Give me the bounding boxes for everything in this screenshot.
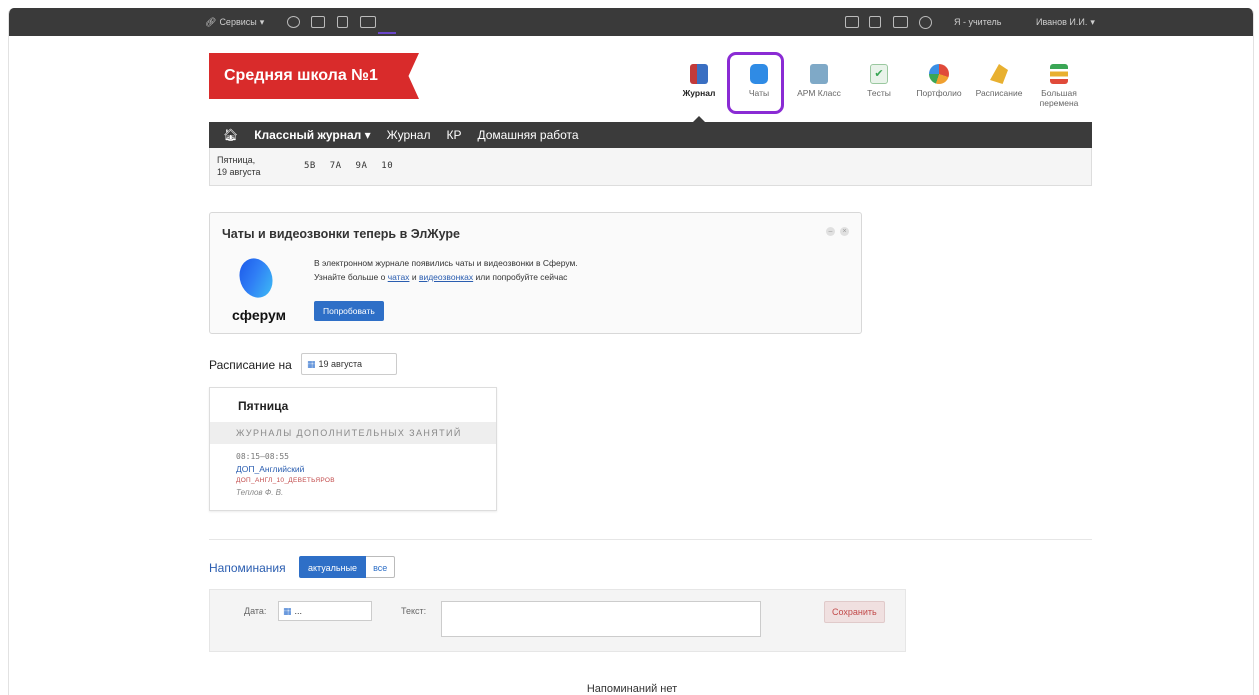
app-label: АРМ Класс xyxy=(797,88,841,98)
schedule-label: Расписание на xyxy=(209,358,292,372)
services-label: Сервисы xyxy=(219,17,257,27)
calendar-icon: ▦ xyxy=(283,606,292,616)
whiteboard-icon[interactable] xyxy=(360,8,376,36)
date-placeholder: ... xyxy=(294,606,303,616)
sferum-logo-icon xyxy=(234,253,278,303)
app-label: Журнал xyxy=(682,88,716,98)
user-menu[interactable]: Иванов И.И. ▾ xyxy=(1036,8,1095,36)
role-label: Я - учитель xyxy=(954,17,1002,27)
portfolio-icon xyxy=(929,64,949,84)
date-line2: 19 августа xyxy=(217,167,261,177)
user-name: Иванов И.И. xyxy=(1036,17,1088,27)
big-break-icon xyxy=(1050,64,1068,84)
role-switch[interactable]: Я - учитель xyxy=(954,8,1001,36)
home-icon[interactable]: 🏠︎ xyxy=(223,128,238,142)
active-indicator xyxy=(378,32,396,34)
chevron-down-icon: ▾ xyxy=(259,17,265,27)
chat-highlight-outline xyxy=(727,52,784,114)
banner-line2: Узнайте больше о чатах и видеозвонках ил… xyxy=(314,270,578,284)
section-header: ЖУРНАЛЫ ДОПОЛНИТЕЛЬНЫХ ЗАНЯТИЙ xyxy=(210,422,496,444)
app-arm-class[interactable]: АРМ Класс xyxy=(789,58,849,108)
app-schedule[interactable]: Расписание xyxy=(969,58,1029,108)
class-link[interactable]: 5В xyxy=(304,161,316,171)
nav-homework[interactable]: Домашняя работа xyxy=(477,128,578,142)
tab-all[interactable]: все xyxy=(366,556,396,578)
tests-icon: ✔ xyxy=(870,64,888,84)
app-tests[interactable]: ✔ Тесты xyxy=(849,58,909,108)
main-nav: 🏠︎ Классный журнал ▾ Журнал КР Домашняя … xyxy=(209,122,1092,148)
nav-class-journal[interactable]: Классный журнал ▾ xyxy=(254,128,370,142)
journal-icon xyxy=(690,64,708,84)
banner-controls: – × xyxy=(826,227,849,236)
banner-text: В электронном журнале появились чаты и в… xyxy=(314,256,578,284)
app-label: Портфолио xyxy=(916,88,962,98)
app-label: Тесты xyxy=(867,88,891,98)
lesson-item: 08:15–08:55 ДОП_Английский ДОП_АНГЛ_10_Д… xyxy=(236,451,335,499)
class-link[interactable]: 10 xyxy=(381,161,393,171)
school-name[interactable]: Средняя школа №1 xyxy=(209,53,419,99)
people-icon[interactable] xyxy=(287,8,300,36)
sub-nav: Пятница, 19 августа 5В 7А 9А 10 xyxy=(209,148,1092,186)
document-icon[interactable] xyxy=(337,8,348,36)
app-label: Большая перемена xyxy=(1039,88,1079,108)
reminder-date-input[interactable]: ▦... xyxy=(278,601,372,621)
services-menu[interactable]: 🔗︎ Сервисы ▾ xyxy=(205,8,264,36)
chevron-down-icon: ▾ xyxy=(1090,17,1095,27)
chats-link[interactable]: чатах xyxy=(388,272,410,282)
day-schedule-card: Пятница ЖУРНАЛЫ ДОПОЛНИТЕЛЬНЫХ ЗАНЯТИЙ 0… xyxy=(209,387,497,511)
banner-title: Чаты и видеозвонки теперь в ЭлЖуре xyxy=(222,227,460,241)
close-icon[interactable]: × xyxy=(840,227,849,236)
try-button[interactable]: Попробовать xyxy=(314,301,384,321)
save-button[interactable]: Сохранить xyxy=(824,601,885,623)
reminders-title: Напоминания xyxy=(209,561,286,575)
sferum-banner: Чаты и видеозвонки теперь в ЭлЖуре – × с… xyxy=(209,212,862,334)
date-label: Дата: xyxy=(244,606,267,616)
reminder-text-input[interactable] xyxy=(441,601,761,637)
app-label: Расписание xyxy=(975,88,1023,98)
text: и xyxy=(411,272,417,282)
browser-frame: 🔗︎ Сервисы ▾ Я - учитель Иванов И.И. ▾ С… xyxy=(8,8,1254,695)
video-link[interactable]: видеозвонках xyxy=(419,272,473,282)
lesson-teacher: Теплов Ф. В. xyxy=(236,488,284,497)
reminders-filter: актуальные все xyxy=(299,556,396,578)
megaphone-icon[interactable] xyxy=(893,8,908,36)
class-list: 5В 7А 9А 10 xyxy=(304,161,401,171)
nav-journal[interactable]: Журнал xyxy=(387,128,431,142)
class-icon xyxy=(810,64,828,84)
no-reminders-text: Напоминаний нет xyxy=(586,683,678,695)
minimize-icon[interactable]: – xyxy=(826,227,835,236)
help-icon[interactable] xyxy=(919,8,932,36)
reminder-form: Дата: ▦... Текст: Сохранить xyxy=(209,589,906,652)
current-date: Пятница, 19 августа xyxy=(217,154,261,178)
schedule-icon xyxy=(990,64,1008,84)
library-icon[interactable] xyxy=(311,8,325,36)
text: Узнайте больше о xyxy=(314,272,386,282)
banner-line1: В электронном журнале появились чаты и в… xyxy=(314,258,578,268)
lesson-subject-link[interactable]: ДОП_Английский xyxy=(236,463,335,475)
link-icon: 🔗︎ xyxy=(205,17,217,27)
class-link[interactable]: 9А xyxy=(356,161,368,171)
top-bar: 🔗︎ Сервисы ▾ Я - учитель Иванов И.И. ▾ xyxy=(9,8,1253,36)
day-name: Пятница xyxy=(238,399,289,413)
app-journal[interactable]: Журнал xyxy=(669,58,729,123)
app-big-break[interactable]: Большая перемена xyxy=(1029,58,1089,108)
lesson-group: ДОП_АНГЛ_10_ДЕВЕТЬЯРОВ xyxy=(236,477,335,484)
date-line1: Пятница, xyxy=(217,155,256,165)
mail-icon[interactable] xyxy=(845,8,859,36)
date-value: 19 августа xyxy=(318,359,363,369)
nav-label: Классный журнал xyxy=(254,128,362,142)
sferum-logo-text: сферум xyxy=(232,307,286,323)
class-link[interactable]: 7А xyxy=(330,161,342,171)
text: или попробуйте сейчас xyxy=(475,272,568,282)
calendar-icon: ▦ xyxy=(307,359,316,369)
tab-actual[interactable]: актуальные xyxy=(299,556,367,578)
divider xyxy=(209,539,1092,540)
text-label: Текст: xyxy=(401,606,427,616)
nav-kr[interactable]: КР xyxy=(446,128,461,142)
app-portfolio[interactable]: Портфолио xyxy=(909,58,969,108)
schedule-date-picker[interactable]: ▦ 19 августа xyxy=(301,353,397,375)
lesson-time: 08:15–08:55 xyxy=(236,452,289,461)
calendar-icon[interactable] xyxy=(869,8,881,36)
